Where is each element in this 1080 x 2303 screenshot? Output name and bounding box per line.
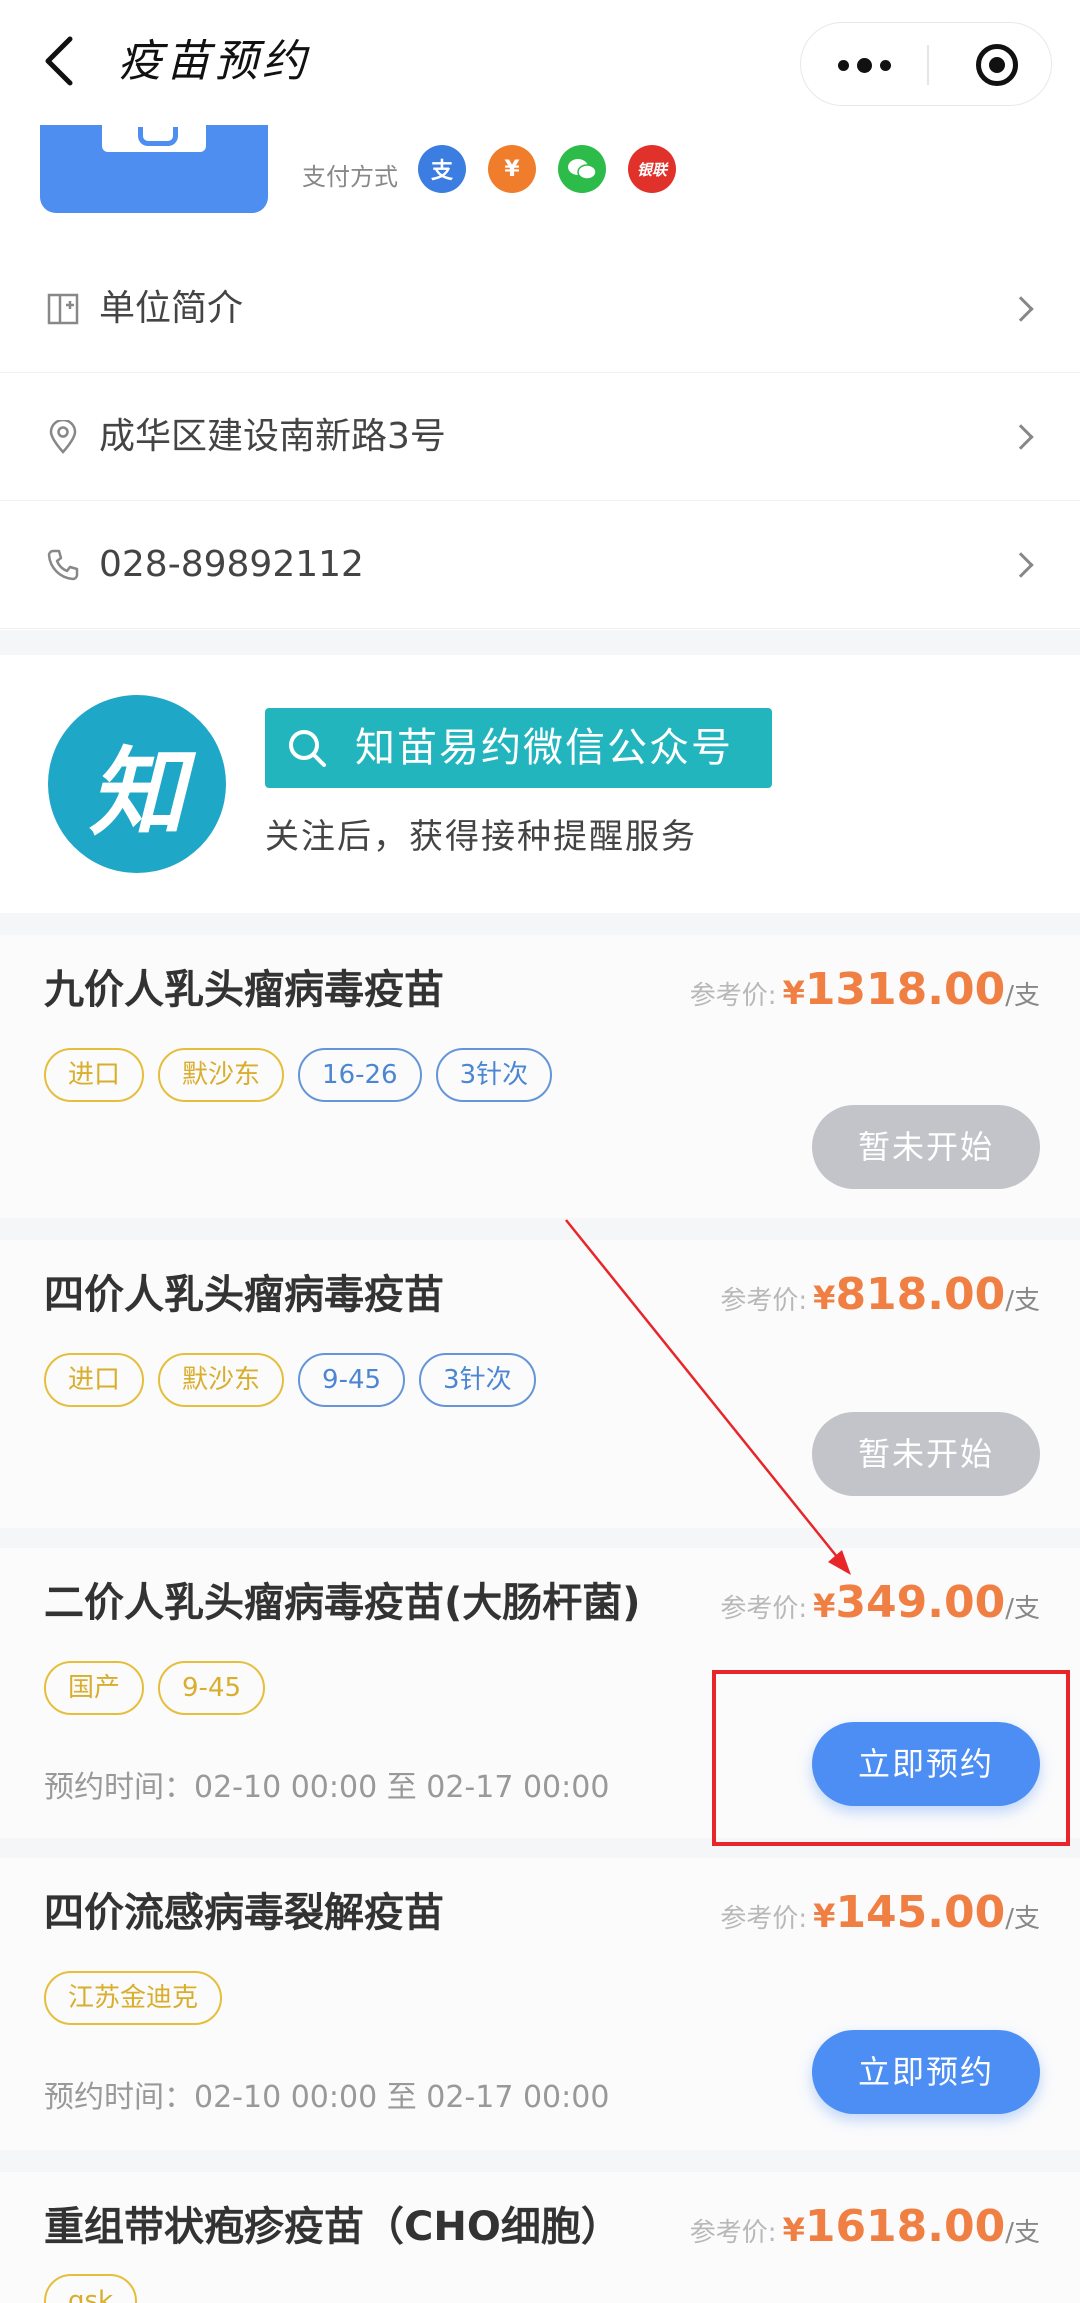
wechat-official-account-banner[interactable]: 知 知苗易约微信公众号 关注后，获得接种提醒服务 [0, 655, 1080, 913]
info-row-label: 028-89892112 [99, 544, 364, 585]
vaccine-card: 四价流感病毒裂解疫苗 参考价: ¥145.00/支 江苏金迪克 预约时间：02-1… [0, 1858, 1080, 2150]
phone-icon [47, 549, 79, 580]
alipay-icon: 支 [418, 145, 466, 193]
vaccine-price: 参考价: ¥1318.00/支 [689, 964, 1040, 1015]
booking-time: 预约时间：02-10 00:00 至 02-17 00:00 [44, 1770, 610, 1805]
wechat-pay-icon [558, 145, 606, 193]
tag: 江苏金迪克 [44, 1971, 223, 2025]
location-pin-icon [49, 419, 77, 454]
vaccine-name: 四价流感病毒裂解疫苗 [44, 1890, 444, 1936]
organization-logo [40, 125, 268, 213]
payment-methods-label: 支付方式 [302, 163, 398, 191]
vaccine-price: 参考价: ¥818.00/支 [720, 1269, 1040, 1320]
tag: 默沙东 [158, 1353, 285, 1407]
official-account-subtitle: 关注后，获得接种提醒服务 [265, 817, 697, 857]
back-button[interactable] [40, 33, 80, 89]
vaccine-price: 参考价: ¥1618.00/支 [689, 2201, 1040, 2252]
vaccine-name: 二价人乳头瘤病毒疫苗(大肠杆菌) [44, 1580, 641, 1626]
not-started-button[interactable]: 暂未开始 [812, 1412, 1040, 1496]
vaccine-name: 九价人乳头瘤病毒疫苗 [44, 967, 444, 1013]
tag: 进口 [44, 1048, 145, 1102]
building-icon [47, 293, 79, 324]
vaccine-tags: 进口 默沙东 9-45 3针次 [44, 1353, 536, 1407]
mini-program-capsule [800, 22, 1052, 106]
chevron-right-icon [1008, 295, 1034, 322]
vaccine-tags: gsk [44, 2274, 138, 2303]
book-now-button[interactable]: 立即预约 [812, 1722, 1040, 1806]
tag: 默沙东 [158, 1048, 285, 1102]
more-options-button[interactable] [801, 23, 927, 107]
page-title: 疫苗预约 [118, 36, 310, 87]
vaccine-price: 参考价: ¥349.00/支 [720, 1577, 1040, 1628]
info-row-organization-intro[interactable]: 单位简介 [0, 245, 1080, 373]
tag: 国产 [44, 1661, 145, 1715]
vaccine-price: 参考价: ¥145.00/支 [720, 1887, 1040, 1938]
tag: 16-26 [298, 1048, 422, 1102]
vaccine-tags: 国产 9-45 [44, 1661, 266, 1715]
chevron-right-icon [1008, 551, 1034, 578]
vaccine-name: 四价人乳头瘤病毒疫苗 [44, 1272, 444, 1318]
nav-bar: 疫苗预约 [0, 0, 1080, 125]
more-dots-icon [837, 59, 849, 71]
payment-method-icons: 支 ¥ 银联 [418, 145, 676, 193]
tag: 3针次 [435, 1048, 553, 1102]
unionpay-icon: 银联 [628, 145, 676, 193]
tag: 9-45 [158, 1661, 266, 1715]
vaccine-tags: 进口 默沙东 16-26 3针次 [44, 1048, 553, 1102]
info-row-phone[interactable]: 028-89892112 [0, 501, 1080, 629]
vaccine-card: 四价人乳头瘤病毒疫苗 参考价: ¥818.00/支 进口 默沙东 9-45 3针次… [0, 1240, 1080, 1528]
vaccine-name: 重组带状疱疹疫苗（CHO细胞） [44, 2204, 621, 2250]
chevron-left-icon [45, 36, 73, 86]
info-row-label: 单位简介 [99, 288, 244, 329]
tag: 9-45 [298, 1353, 406, 1407]
vaccine-card: 二价人乳头瘤病毒疫苗(大肠杆菌) 参考价: ¥349.00/支 国产 9-45 预… [0, 1548, 1080, 1838]
book-now-button[interactable]: 立即预约 [812, 2030, 1040, 2114]
not-started-button[interactable]: 暂未开始 [812, 1105, 1040, 1189]
booking-time: 预约时间：02-10 00:00 至 02-17 00:00 [44, 2080, 610, 2115]
organization-header: 支付方式 支 ¥ 银联 [0, 125, 1080, 245]
info-row-label: 成华区建设南新路3号 [99, 416, 446, 457]
vaccine-card: 九价人乳头瘤病毒疫苗 参考价: ¥1318.00/支 进口 默沙东 16-26 3… [0, 935, 1080, 1218]
coin-icon: ¥ [488, 145, 536, 193]
official-account-search-bar[interactable]: 知苗易约微信公众号 [265, 708, 772, 788]
info-row-address[interactable]: 成华区建设南新路3号 [0, 373, 1080, 501]
zhimiao-logo: 知 [48, 695, 226, 873]
close-mini-program-icon[interactable] [976, 44, 1018, 86]
vaccine-card: 重组带状疱疹疫苗（CHO细胞） 参考价: ¥1618.00/支 gsk [0, 2172, 1080, 2303]
tag: 3针次 [419, 1353, 536, 1407]
tag: 进口 [44, 1353, 145, 1407]
vaccine-tags: 江苏金迪克 [44, 1971, 223, 2025]
search-icon [289, 730, 326, 767]
tag: gsk [44, 2274, 138, 2303]
official-account-name: 知苗易约微信公众号 [355, 725, 733, 771]
chevron-right-icon [1008, 423, 1034, 450]
